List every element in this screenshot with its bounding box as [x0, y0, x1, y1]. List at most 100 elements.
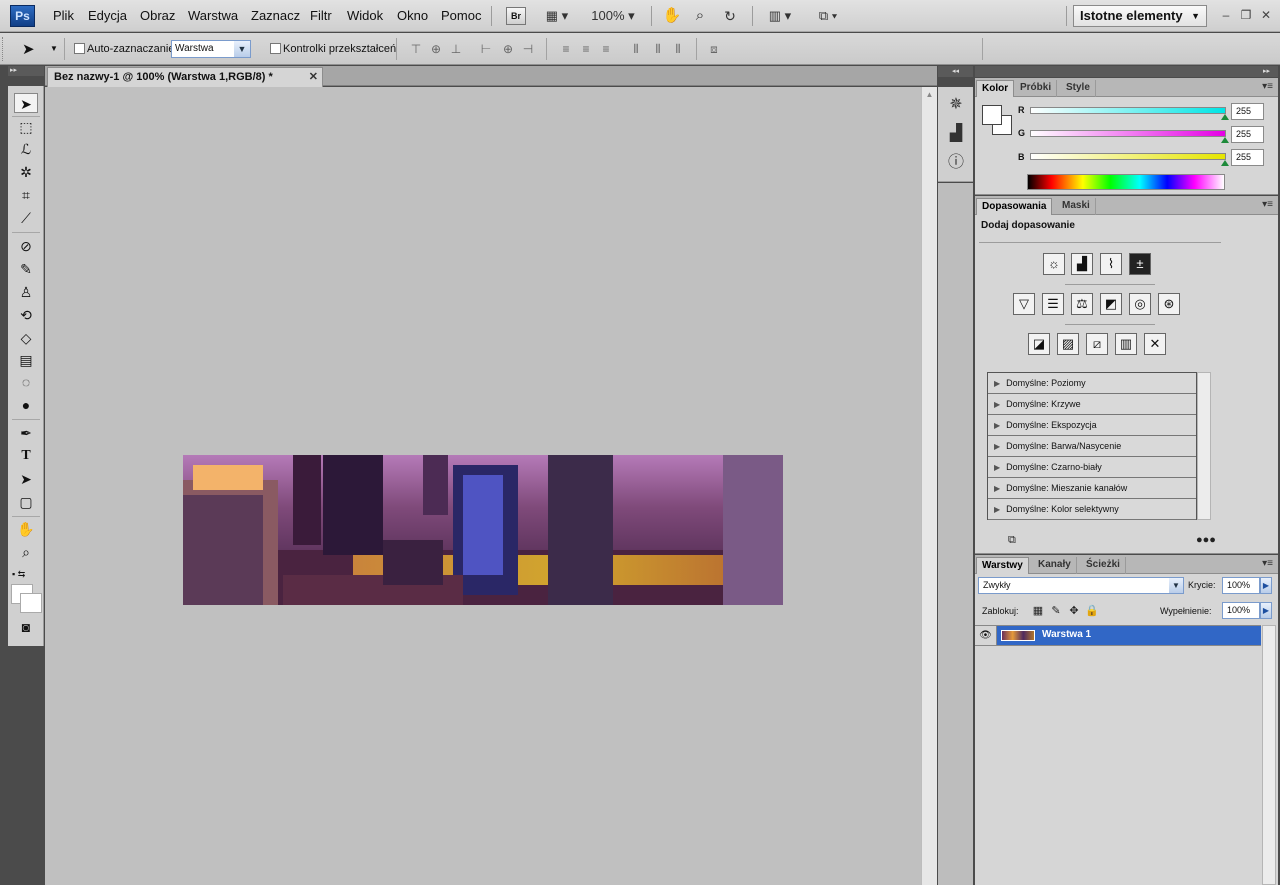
clip-to-layer-icon[interactable]: ⧉	[1008, 534, 1026, 548]
exposure-icon[interactable]: ±	[1129, 253, 1151, 275]
lasso-tool-icon[interactable]: ℒ	[14, 139, 38, 159]
foreground-color-swatch[interactable]	[982, 105, 1002, 125]
adjustment-options-icon[interactable]: ●●●	[1196, 534, 1220, 548]
crop-tool-icon[interactable]: ⌗	[14, 185, 38, 205]
menu-widok[interactable]: Widok	[347, 8, 383, 23]
magic-wand-tool-icon[interactable]: ✲	[14, 162, 38, 182]
lock-all-icon[interactable]: 🔒	[1085, 604, 1099, 618]
auto-select-checkbox[interactable]	[74, 43, 85, 54]
vibrance-icon[interactable]: ▽	[1013, 293, 1035, 315]
green-channel-slider[interactable]	[1030, 130, 1226, 137]
color-balance-icon[interactable]: ⚖	[1071, 293, 1093, 315]
distribute-top-icon[interactable]: ≡	[558, 42, 574, 56]
histogram-icon[interactable]: ▟	[945, 123, 967, 145]
red-slider-handle[interactable]	[1221, 114, 1229, 120]
auto-align-layers-icon[interactable]: ⧈	[706, 42, 722, 56]
preset-row[interactable]: ▶ Domyślne: Czarno-biały	[988, 457, 1196, 478]
expand-triangle-icon[interactable]: ▶	[994, 437, 1000, 457]
levels-icon[interactable]: ▟	[1071, 253, 1093, 275]
blue-channel-slider[interactable]	[1030, 153, 1226, 160]
menu-warstwa[interactable]: Warstwa	[188, 8, 238, 23]
menu-pomoc[interactable]: Pomoc	[441, 8, 481, 23]
expand-triangle-icon[interactable]: ▶	[994, 500, 1000, 520]
expand-triangle-icon[interactable]: ▶	[994, 416, 1000, 436]
panel-menu-icon[interactable]: ▾≡	[1262, 199, 1273, 210]
eraser-tool-icon[interactable]: ◇	[14, 328, 38, 348]
preset-row[interactable]: ▶ Domyślne: Ekspozycja	[988, 415, 1196, 436]
tab-kolor[interactable]: Kolor	[976, 80, 1015, 97]
fill-input[interactable]: 100%	[1222, 602, 1260, 619]
threshold-icon[interactable]: ⧄	[1086, 333, 1108, 355]
green-channel-value[interactable]: 255	[1231, 126, 1264, 143]
menu-filtr[interactable]: Filtr	[310, 8, 332, 23]
panels-collapse-icon[interactable]: ▸▸	[1263, 66, 1270, 77]
arrange-documents-button[interactable]: ▥ ▾	[762, 6, 798, 26]
green-slider-handle[interactable]	[1221, 137, 1229, 143]
shape-tool-icon[interactable]: ▢	[14, 492, 38, 512]
distribute-horizontal-center-icon[interactable]: ⫴	[650, 42, 666, 56]
tab-maski[interactable]: Maski	[1057, 198, 1096, 215]
background-color-swatch[interactable]	[20, 593, 42, 613]
history-brush-tool-icon[interactable]: ⟲	[14, 305, 38, 325]
healing-brush-tool-icon[interactable]: ⊘	[14, 236, 38, 256]
expand-triangle-icon[interactable]: ▶	[994, 458, 1000, 478]
menu-obraz[interactable]: Obraz	[140, 8, 175, 23]
selective-color-icon[interactable]: ✕	[1144, 333, 1166, 355]
distribute-right-icon[interactable]: ⫴	[670, 42, 686, 56]
canvas-vertical-scrollbar[interactable]: ▲	[921, 87, 937, 885]
type-tool-icon[interactable]: T	[14, 446, 38, 466]
gradient-tool-icon[interactable]: ▤	[14, 350, 38, 370]
align-top-icon[interactable]: ⊤	[408, 42, 424, 56]
eye-icon[interactable]: 👁	[975, 626, 997, 645]
hue-saturation-icon[interactable]: ☰	[1042, 293, 1064, 315]
layers-scrollbar[interactable]	[1262, 625, 1276, 885]
distribute-bottom-icon[interactable]: ≡	[598, 42, 614, 56]
menu-plik[interactable]: Plik	[53, 8, 74, 23]
layer-row[interactable]: 👁 Warstwa 1	[975, 625, 1261, 646]
color-spectrum-ramp[interactable]	[1027, 174, 1225, 190]
dodge-tool-icon[interactable]: ●	[14, 395, 38, 415]
expand-triangle-icon[interactable]: ▶	[994, 395, 1000, 415]
preset-row[interactable]: ▶ Domyślne: Poziomy	[988, 373, 1196, 394]
align-vertical-center-icon[interactable]: ⊕	[428, 42, 444, 56]
menu-edycja[interactable]: Edycja	[88, 8, 127, 23]
quick-mask-icon[interactable]: ◙	[14, 617, 38, 637]
invert-icon[interactable]: ◪	[1028, 333, 1050, 355]
tab-style[interactable]: Style	[1061, 80, 1096, 97]
dock-collapse-icon[interactable]: ◂◂	[938, 66, 973, 77]
default-colors-icon[interactable]: ▪ ⇆	[12, 564, 36, 584]
workspace-select[interactable]: Istotne elementy ▼	[1073, 5, 1207, 27]
expand-triangle-icon[interactable]: ▶	[994, 479, 1000, 499]
marquee-tool-icon[interactable]: ⬚	[14, 117, 38, 137]
document-tab[interactable]: Bez nazwy-1 @ 100% (Warstwa 1,RGB/8) * ✕	[47, 67, 323, 87]
blue-channel-value[interactable]: 255	[1231, 149, 1264, 166]
path-selection-tool-icon[interactable]: ➤	[14, 469, 38, 489]
black-white-icon[interactable]: ◩	[1100, 293, 1122, 315]
align-right-icon[interactable]: ⊣	[520, 42, 536, 56]
toolbox-collapse-icon[interactable]: ▸▸	[8, 66, 44, 76]
menu-okno[interactable]: Okno	[397, 8, 428, 23]
lock-pixels-icon[interactable]: ✎	[1049, 604, 1063, 618]
presets-scrollbar[interactable]	[1197, 372, 1211, 520]
view-extras-button[interactable]: ▦ ▾	[540, 6, 574, 26]
restore-icon[interactable]: ❐	[1238, 7, 1254, 23]
eyedropper-tool-icon[interactable]: ⟋	[14, 208, 38, 228]
tab-warstwy[interactable]: Warstwy	[976, 557, 1029, 574]
opacity-slider-toggle-icon[interactable]: ▶	[1260, 577, 1272, 594]
gradient-map-icon[interactable]: ▥	[1115, 333, 1137, 355]
distribute-left-icon[interactable]: ⫴	[628, 42, 644, 56]
fill-slider-toggle-icon[interactable]: ▶	[1260, 602, 1272, 619]
red-channel-value[interactable]: 255	[1231, 103, 1264, 120]
lock-transparency-icon[interactable]: ▦	[1031, 604, 1045, 618]
menu-zaznacz[interactable]: Zaznacz	[251, 8, 300, 23]
tab-kanaly[interactable]: Kanały	[1033, 557, 1077, 574]
expand-triangle-icon[interactable]: ▶	[994, 374, 1000, 394]
tab-probki[interactable]: Próbki	[1015, 80, 1058, 97]
rotate-view-icon[interactable]: ↻	[718, 6, 742, 26]
lock-position-icon[interactable]: ✥	[1067, 604, 1081, 618]
red-channel-slider[interactable]	[1030, 107, 1226, 114]
opacity-input[interactable]: 100%	[1222, 577, 1260, 594]
move-tool-icon[interactable]: ➤	[14, 93, 38, 113]
navigator-icon[interactable]: ✵	[945, 94, 967, 116]
align-left-icon[interactable]: ⊢	[478, 42, 494, 56]
